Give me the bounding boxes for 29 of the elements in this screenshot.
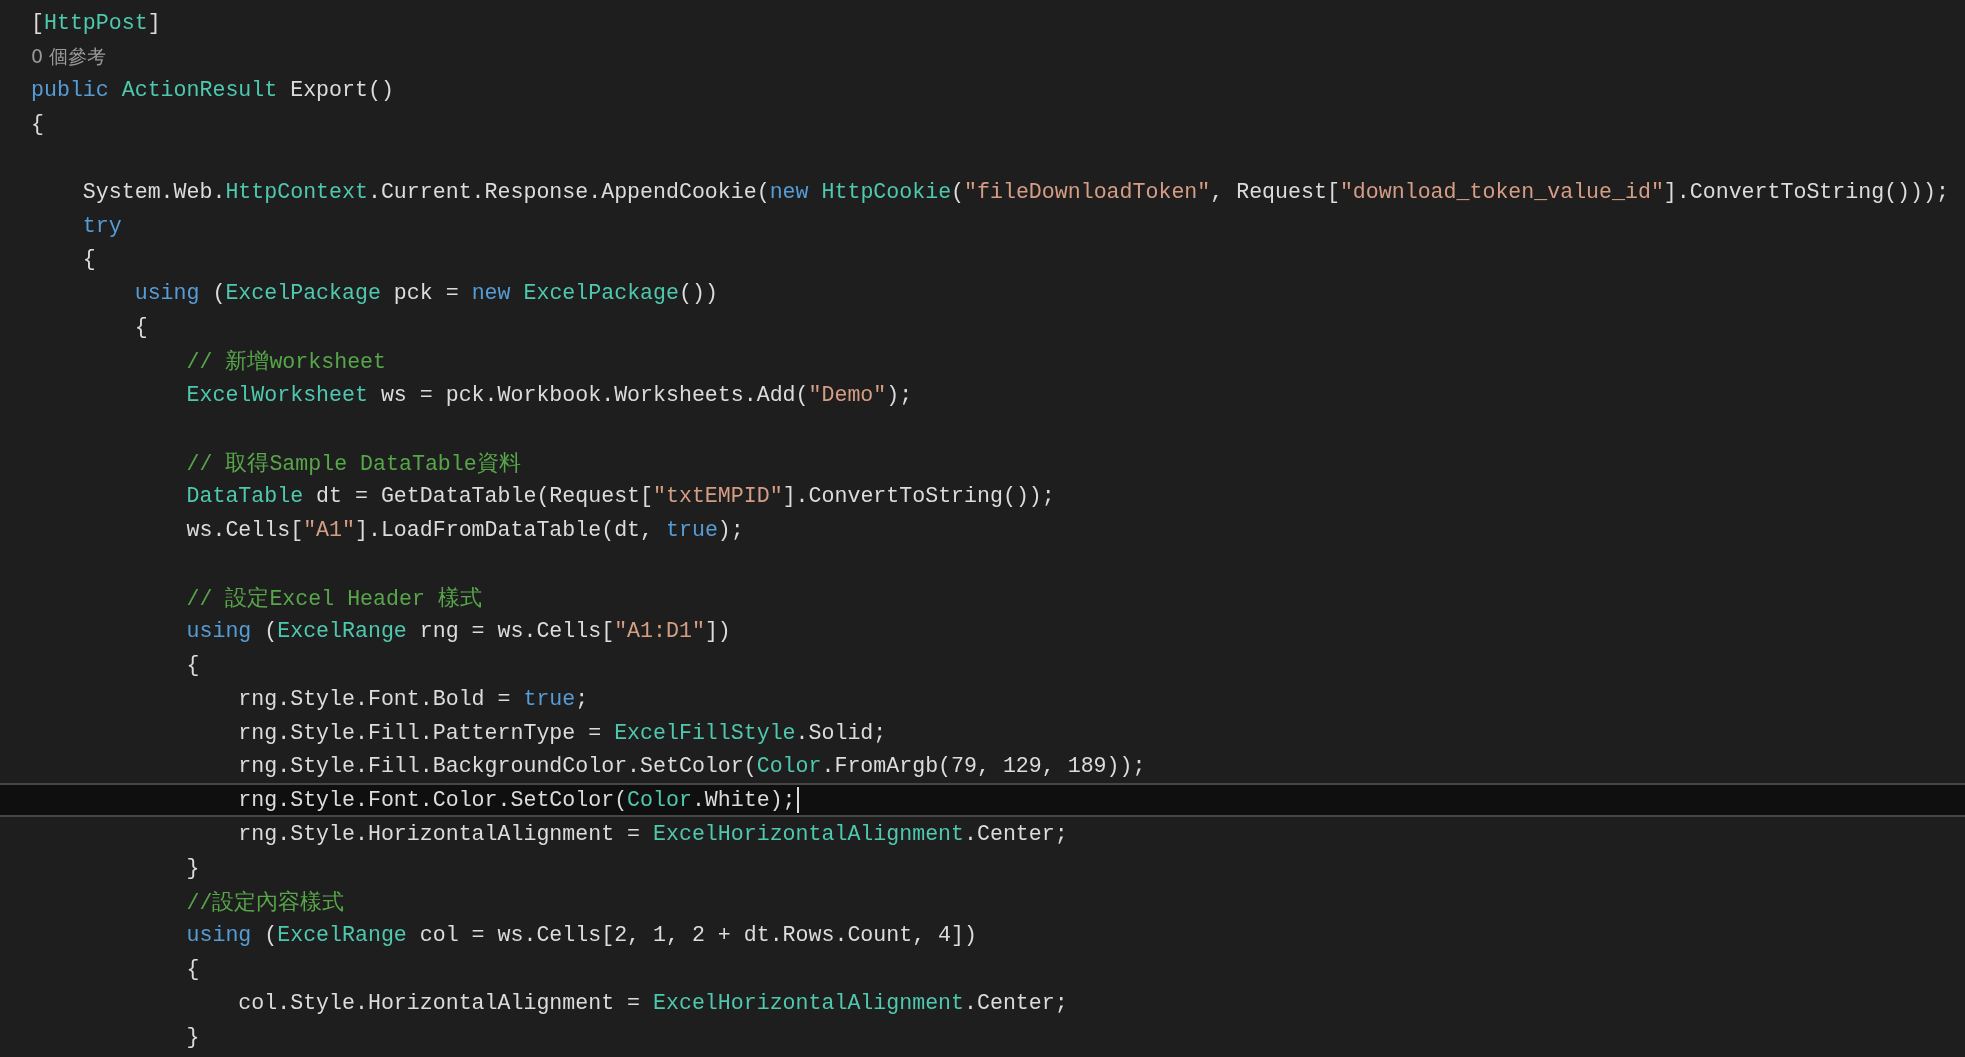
code-line: ExcelWorksheet ws = pck.Workbook.Worksheets.Add("Demo"); [185,382,913,407]
code-line: try [81,213,122,238]
code-line: DataTable dt = GetDataTable(Request["txtEMPID"].ConvertToString()); [185,484,1055,509]
code-line: // 新增worksheet [185,348,386,376]
text-cursor [796,787,799,814]
code-line: //設定內容樣式 [185,889,345,917]
code-line: { [31,112,44,137]
code-line: { [185,957,200,982]
code-line: rng.Style.Fill.BackgroundColor.SetColor(Color.FromArgb(79, 129, 189)); [237,754,1146,779]
code-line: rng.Style.Fill.PatternType = ExcelFillStyle.Solid; [237,720,887,745]
code-line: { [81,247,96,272]
code-line: { [133,315,148,340]
code-line: rng.Style.Font.Bold = true; [237,686,589,711]
code-line: { [185,653,200,678]
code-line: } [185,1024,200,1049]
code-line: } [185,855,200,880]
code-line: [HttpPost] [31,10,161,35]
code-line: public ActionResult Export() [31,78,394,103]
code-line: using (ExcelRange rng = ws.Cells["A1:D1"]) [185,619,731,644]
code-line: // 取得Sample DataTable資料 [185,450,521,477]
code-line: using (ExcelRange col = ws.Cells[2, 1, 2 + dt.Rows.Count, 4]) [185,923,977,948]
code-line: // 設定Excel Header 樣式 [185,585,482,612]
code-line: col.Style.HorizontalAlignment = ExcelHorizontalAlignment.Center; [237,991,1068,1015]
code-line: rng.Style.Font.Color.SetColor(Color.White); [237,788,796,813]
code-line: rng.Style.HorizontalAlignment = ExcelHorizontalAlignment.Center; [237,822,1068,846]
code-line: ws.Cells["A1"].LoadFromDataTable(dt, true); [185,517,744,542]
code-line: using (ExcelPackage pck = new ExcelPackage()) [133,281,718,306]
references-link[interactable]: 0 個參考 [31,43,107,70]
code-line: System.Web.HttpContext.Current.Response.AppendCookie(new HttpCookie("fileDownloadToken", Request["download_token_value_id"].ConvertToString())); [81,179,1949,204]
